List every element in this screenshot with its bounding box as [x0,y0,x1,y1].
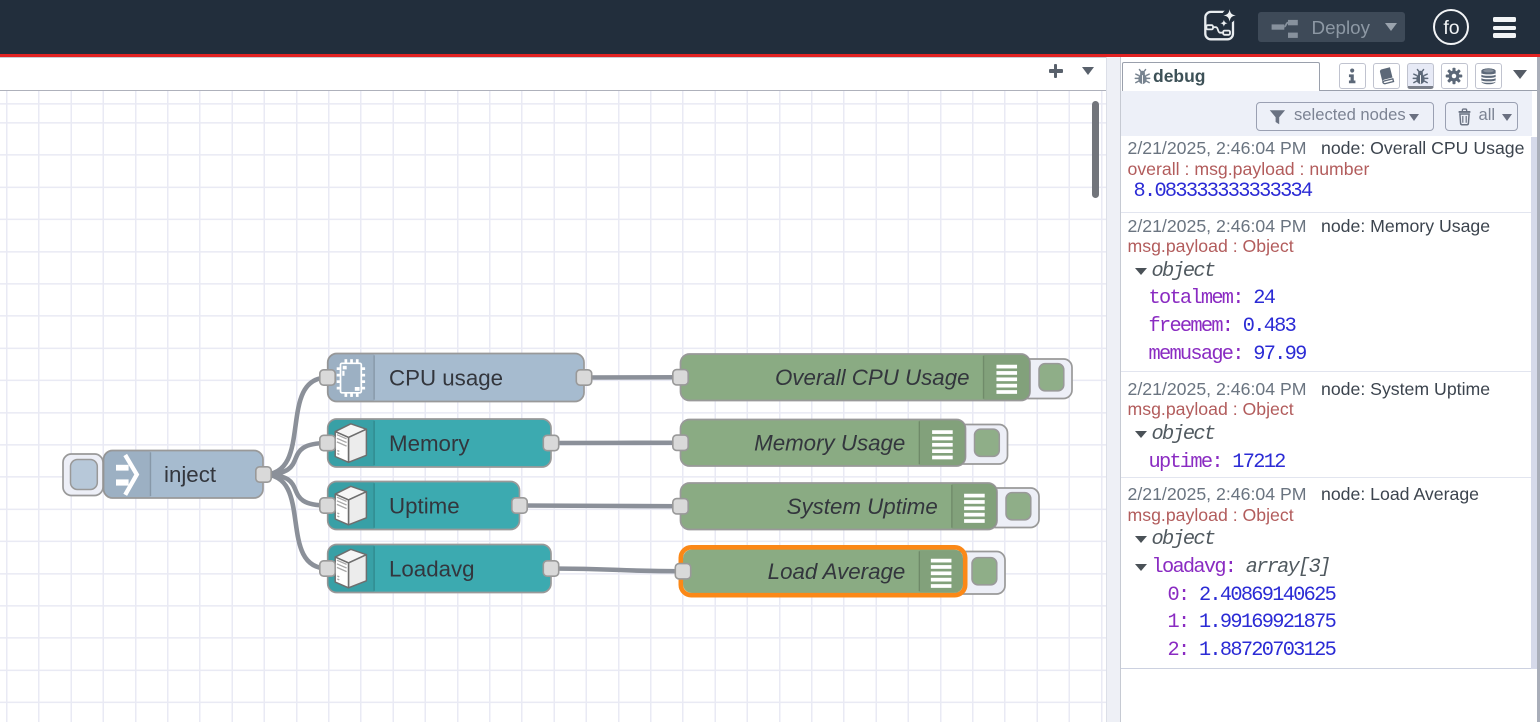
svg-text:Load Average: Load Average [768,559,906,584]
svg-text:Overall CPU Usage: Overall CPU Usage [775,365,970,390]
svg-text:inject: inject [164,462,217,487]
svg-text:Loadavg: Loadavg [389,556,475,581]
svg-text:Deploy: Deploy [1312,17,1371,38]
svg-text:CPU usage: CPU usage [389,365,503,390]
svg-text:Uptime: Uptime [389,493,460,518]
svg-text:fo: fo [1443,16,1459,38]
svg-text:System Uptime: System Uptime [787,494,938,519]
svg-text:Memory Usage: Memory Usage [754,430,905,455]
svg-text:Memory: Memory [389,431,470,456]
